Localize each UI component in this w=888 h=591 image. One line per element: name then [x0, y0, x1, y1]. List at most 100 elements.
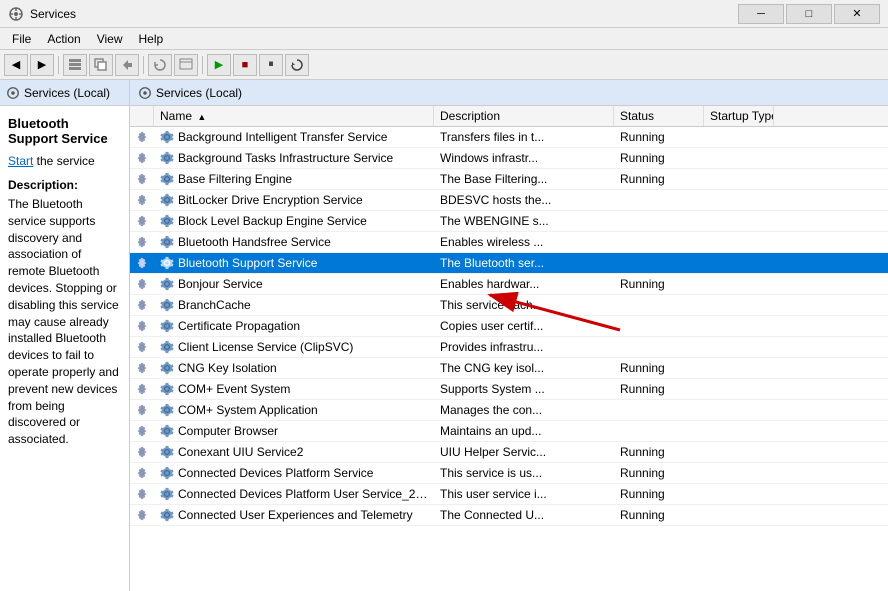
service-description-cell: Manages the con... [434, 400, 614, 420]
table-row[interactable]: Bonjour ServiceEnables hardwar...Running [130, 274, 888, 295]
service-startup-cell [704, 463, 774, 483]
service-status-cell [614, 337, 704, 357]
table-row[interactable]: Block Level Backup Engine ServiceThe WBE… [130, 211, 888, 232]
maximize-button[interactable]: □ [786, 4, 832, 24]
service-row-icon [130, 232, 154, 252]
service-row-icon [130, 169, 154, 189]
table-row[interactable]: Connected User Experiences and Telemetry… [130, 505, 888, 526]
service-name-cell: BitLocker Drive Encryption Service [154, 190, 434, 210]
title-bar-text: Services [30, 7, 76, 21]
table-row[interactable]: Bluetooth Handsfree ServiceEnables wirel… [130, 232, 888, 253]
service-description-cell: Supports System ... [434, 379, 614, 399]
toolbar-separator-1 [58, 56, 59, 74]
left-panel: Services (Local) Bluetooth Support Servi… [0, 80, 130, 591]
table-row[interactable]: Conexant UIU Service2UIU Helper Servic..… [130, 442, 888, 463]
toolbar-separator-2 [143, 56, 144, 74]
play-button[interactable]: ▶ [207, 54, 231, 76]
table-row[interactable]: Base Filtering EngineThe Base Filtering.… [130, 169, 888, 190]
service-gear-icon [160, 361, 174, 375]
service-description-cell: Maintains an upd... [434, 421, 614, 441]
pause-button[interactable]: ⏸ [259, 54, 283, 76]
service-startup-cell [704, 190, 774, 210]
service-gear-icon [160, 193, 174, 207]
table-row[interactable]: Computer BrowserMaintains an upd... [130, 421, 888, 442]
service-gear-icon [160, 382, 174, 396]
service-description-cell: The Base Filtering... [434, 169, 614, 189]
service-startup-cell [704, 316, 774, 336]
service-status-cell [614, 316, 704, 336]
service-description-cell: This service is us... [434, 463, 614, 483]
stop-button[interactable]: ■ [233, 54, 257, 76]
services-title-icon [8, 6, 24, 22]
table-row[interactable]: BitLocker Drive Encryption ServiceBDESVC… [130, 190, 888, 211]
service-startup-cell [704, 253, 774, 273]
service-status-cell [614, 190, 704, 210]
table-row[interactable]: Background Tasks Infrastructure ServiceW… [130, 148, 888, 169]
table-row[interactable]: Client License Service (ClipSVC)Provides… [130, 337, 888, 358]
service-name-cell: Client License Service (ClipSVC) [154, 337, 434, 357]
service-row-icon [130, 295, 154, 315]
service-status-cell: Running [614, 442, 704, 462]
menu-action[interactable]: Action [39, 30, 88, 48]
service-gear-icon [160, 319, 174, 333]
col-header-startup[interactable]: Startup Type [704, 106, 774, 126]
left-panel-header: Services (Local) [0, 80, 129, 106]
col-header-status[interactable]: Status [614, 106, 704, 126]
service-description-cell: UIU Helper Servic... [434, 442, 614, 462]
restart-button[interactable] [285, 54, 309, 76]
table-row[interactable]: Background Intelligent Transfer ServiceT… [130, 127, 888, 148]
menu-help[interactable]: Help [131, 30, 172, 48]
services-right-icon [138, 86, 152, 100]
show-hide-button[interactable] [63, 54, 87, 76]
service-row-icon [130, 211, 154, 231]
service-name-cell: Bluetooth Support Service [154, 253, 434, 273]
service-name-cell: Computer Browser [154, 421, 434, 441]
service-startup-cell [704, 421, 774, 441]
table-row[interactable]: CNG Key IsolationThe CNG key isol...Runn… [130, 358, 888, 379]
minimize-button[interactable]: ─ [738, 4, 784, 24]
col-header-description[interactable]: Description [434, 106, 614, 126]
new-window-button[interactable] [89, 54, 113, 76]
service-gear-icon [160, 130, 174, 144]
service-startup-cell [704, 400, 774, 420]
service-name-cell: Bluetooth Handsfree Service [154, 232, 434, 252]
service-startup-cell [704, 442, 774, 462]
services-table[interactable]: Name ▲ Description Status Startup Type [130, 106, 888, 591]
right-panel: Services (Local) Name ▲ Description Stat… [130, 80, 888, 591]
refresh-button[interactable] [148, 54, 172, 76]
service-row-icon [130, 148, 154, 168]
menu-bar: File Action View Help [0, 28, 888, 50]
close-button[interactable]: ✕ [834, 4, 880, 24]
navigate-back-button[interactable] [115, 54, 139, 76]
service-description-cell: Windows infrastr... [434, 148, 614, 168]
service-status-cell [614, 295, 704, 315]
export-button[interactable] [174, 54, 198, 76]
table-row[interactable]: Connected Devices Platform ServiceThis s… [130, 463, 888, 484]
table-row[interactable]: COM+ System ApplicationManages the con..… [130, 400, 888, 421]
selected-service-title: Bluetooth Support Service [8, 116, 121, 146]
forward-button[interactable]: ▶ [30, 54, 54, 76]
table-row[interactable]: BranchCacheThis service cach... [130, 295, 888, 316]
back-button[interactable]: ◀ [4, 54, 28, 76]
table-row[interactable]: Certificate PropagationCopies user certi… [130, 316, 888, 337]
service-status-cell: Running [614, 484, 704, 504]
col-header-name[interactable]: Name ▲ [154, 106, 434, 126]
service-gear-icon [160, 466, 174, 480]
service-status-cell: Running [614, 358, 704, 378]
service-row-icon [130, 505, 154, 525]
menu-file[interactable]: File [4, 30, 39, 48]
service-status-cell: Running [614, 505, 704, 525]
table-row[interactable]: Bluetooth Support ServiceThe Bluetooth s… [130, 253, 888, 274]
table-row[interactable]: COM+ Event SystemSupports System ...Runn… [130, 379, 888, 400]
col-header-icon[interactable] [130, 106, 154, 126]
service-name-cell: Connected User Experiences and Telemetry [154, 505, 434, 525]
service-startup-cell [704, 232, 774, 252]
service-status-cell: Running [614, 274, 704, 294]
menu-view[interactable]: View [89, 30, 131, 48]
service-gear-icon [160, 340, 174, 354]
service-description-cell: The CNG key isol... [434, 358, 614, 378]
toolbar: ◀ ▶ ▶ ■ ⏸ [0, 50, 888, 80]
service-rows-container: Background Intelligent Transfer ServiceT… [130, 127, 888, 526]
start-service-link[interactable]: Start [8, 154, 33, 168]
table-row[interactable]: Connected Devices Platform User Service_… [130, 484, 888, 505]
